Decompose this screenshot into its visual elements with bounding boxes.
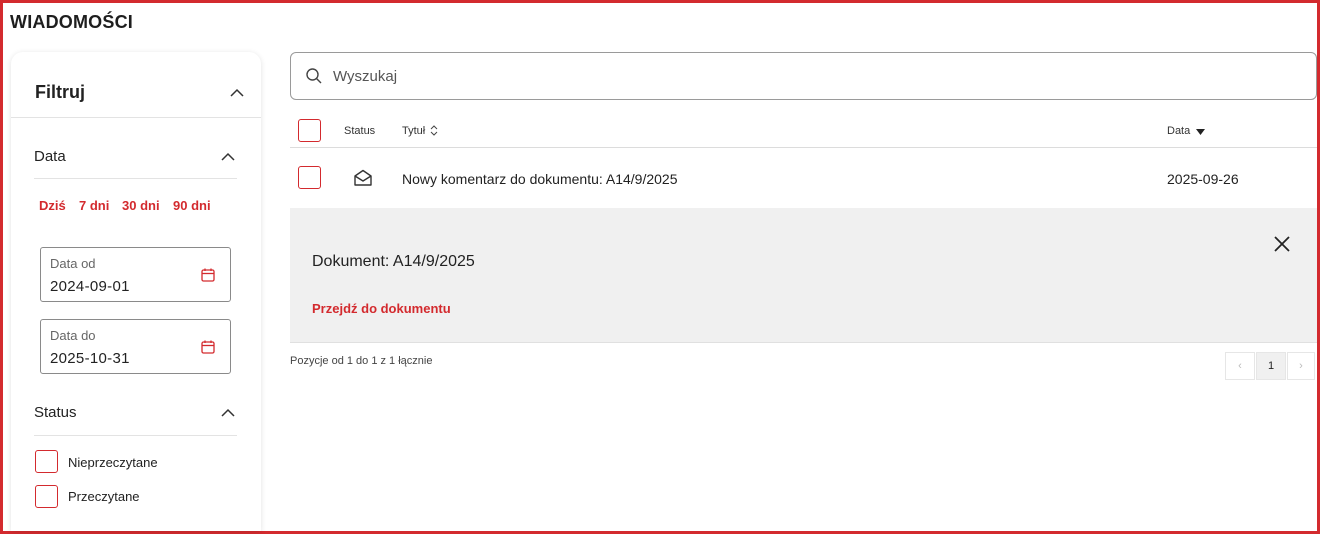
chevron-up-icon[interactable] — [229, 88, 245, 98]
filter-panel: Filtruj Data Dziś 7 dni 30 dni 90 dni Da… — [11, 52, 261, 531]
chevron-up-icon[interactable] — [220, 152, 236, 162]
date-from-value[interactable]: 2024-09-01 — [50, 278, 130, 295]
date-to-field[interactable]: Data do 2025-10-31 — [40, 319, 231, 374]
date-from-label: Data od — [50, 256, 96, 271]
table-header-divider — [290, 147, 1317, 148]
select-all-checkbox[interactable] — [298, 119, 321, 142]
pagination-prev-button[interactable]: ‹ — [1225, 352, 1255, 380]
status-read-label: Przeczytane — [68, 489, 140, 504]
close-icon[interactable] — [1272, 234, 1292, 254]
search-icon — [305, 67, 323, 85]
detail-document-title: Dokument: A14/9/2025 — [312, 253, 475, 270]
status-unread-label: Nieprzeczytane — [68, 455, 158, 470]
column-header-title[interactable]: Tytuł — [402, 125, 438, 139]
status-section-title: Status — [34, 404, 77, 421]
date-to-value[interactable]: 2025-10-31 — [50, 350, 130, 367]
envelope-open-icon — [353, 168, 373, 188]
filter-header[interactable]: Filtruj — [11, 52, 261, 118]
status-read-checkbox[interactable] — [35, 485, 58, 508]
calendar-icon[interactable] — [200, 267, 216, 283]
message-detail-panel: Dokument: A14/9/2025 Przejdź do dokument… — [290, 208, 1317, 343]
column-header-date[interactable]: Data — [1167, 125, 1206, 138]
sort-down-icon[interactable] — [1196, 126, 1206, 138]
date-section-title: Data — [34, 148, 66, 165]
go-to-document-link[interactable]: Przejdź do dokumentu — [312, 301, 451, 316]
status-unread-checkbox[interactable] — [35, 450, 58, 473]
row-checkbox[interactable] — [298, 166, 321, 189]
column-header-status: Status — [344, 125, 376, 137]
pagination-page-1[interactable]: 1 — [1256, 352, 1286, 380]
calendar-icon[interactable] — [200, 339, 216, 355]
filter-title: Filtruj — [35, 82, 85, 102]
table-row-title[interactable]: Nowy komentarz do dokumentu: A14/9/2025 — [402, 171, 678, 187]
divider — [34, 435, 237, 436]
pagination-next-button[interactable]: › — [1287, 352, 1315, 380]
divider — [34, 178, 237, 179]
quick-filter-90-days[interactable]: 90 dni — [173, 198, 211, 213]
quick-filter-7-days[interactable]: 7 dni — [79, 198, 109, 213]
date-from-field[interactable]: Data od 2024-09-01 — [40, 247, 231, 302]
quick-filter-today[interactable]: Dziś — [39, 198, 66, 213]
chevron-up-icon[interactable] — [220, 408, 236, 418]
date-to-label: Data do — [50, 328, 96, 343]
column-header-title-label: Tytuł — [402, 125, 426, 137]
column-header-date-label: Data — [1167, 125, 1191, 137]
search-bar[interactable] — [290, 52, 1317, 100]
pagination-summary: Pozycje od 1 do 1 z 1 łącznie — [290, 355, 433, 367]
table-row-date: 2025-09-26 — [1167, 171, 1239, 187]
quick-filter-30-days[interactable]: 30 dni — [122, 198, 160, 213]
page-title: WIADOMOŚCI — [10, 12, 133, 32]
sort-both-icon[interactable] — [430, 125, 438, 139]
search-input[interactable] — [333, 63, 1233, 89]
